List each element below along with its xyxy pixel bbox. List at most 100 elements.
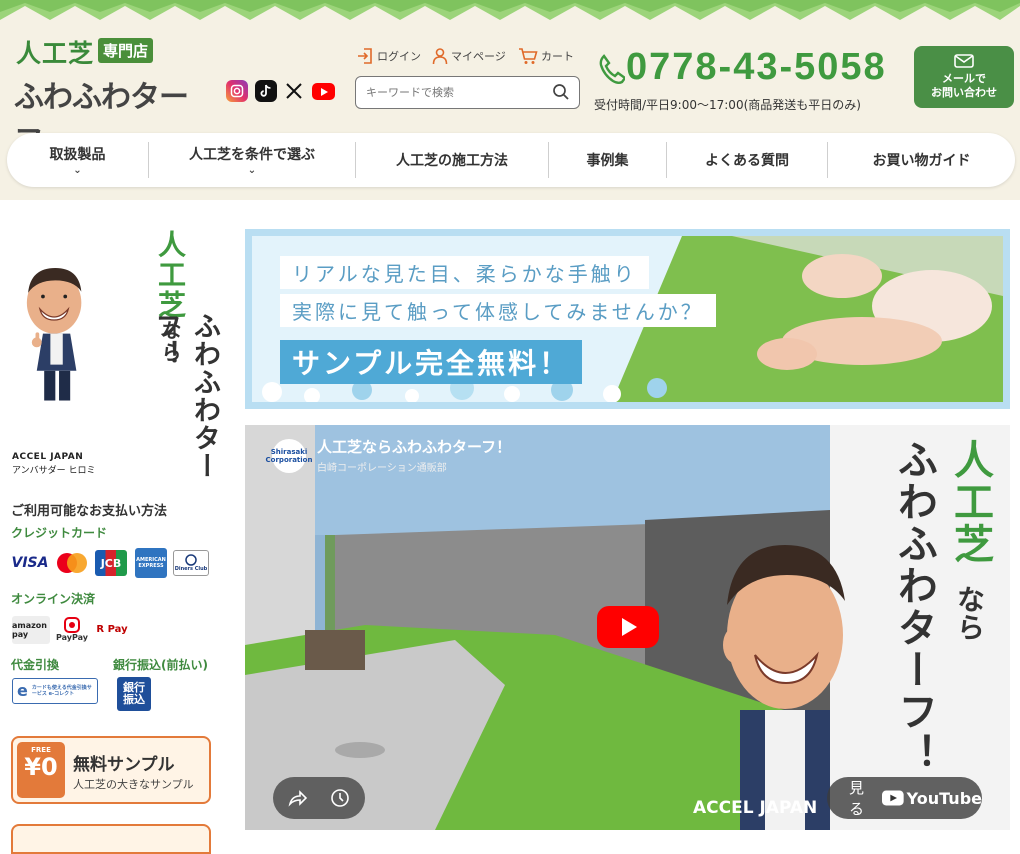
cod-label: 代金引換 xyxy=(11,658,60,672)
mail-contact-button[interactable]: メールで お問い合わせ xyxy=(914,46,1014,108)
sidebar: 人工芝なら ふわふわターフ！ ACCEL JAPAN アンバサダー ヒロミ ご利… xyxy=(0,200,230,854)
video-slogan-2: なら xyxy=(953,585,986,641)
user-icon xyxy=(432,48,448,65)
login-label: ログイン xyxy=(377,50,421,63)
bank-transfer-label: 銀行振込(前払い) xyxy=(113,658,208,672)
x-icon[interactable] xyxy=(283,80,305,102)
slogan-part-1: 人工芝 xyxy=(154,230,187,320)
payment-title: ご利用可能なお支払い方法 xyxy=(11,504,168,519)
video-controls xyxy=(273,777,365,819)
site-logo[interactable]: 人工芝 専門店 ふわふわターフ xyxy=(14,34,214,159)
cart-icon xyxy=(519,48,538,64)
sidebar-next-button[interactable] xyxy=(11,824,211,854)
rakuten-pay-text: R Pay xyxy=(96,623,128,635)
login-link[interactable]: ログイン xyxy=(356,47,421,65)
visa-logo: VISA xyxy=(11,550,49,576)
mail-icon xyxy=(954,54,974,68)
free-sample-button[interactable]: FREE ¥0 無料サンプル 人工芝の大きなサンプル xyxy=(11,736,211,804)
video-title[interactable]: 人工芝ならふわふわターフ！ xyxy=(317,436,511,457)
slogan-part-3: ふわふわターフ！ xyxy=(150,312,220,480)
video-channel[interactable]: 白崎コーポレーション通販部 xyxy=(317,459,447,474)
amazon-pay-logo: amazon pay xyxy=(12,616,50,644)
logo-line1: 人工芝 xyxy=(16,39,95,68)
diners-text: Diners Club xyxy=(174,566,208,572)
youtube-label: YouTube xyxy=(906,788,982,808)
credit-card-label: クレジットカード xyxy=(11,526,108,540)
cart-label: カート xyxy=(541,50,574,63)
rakuten-pay-logo: R Pay xyxy=(96,614,128,644)
mail-label-2: お問い合わせ xyxy=(931,86,997,99)
nav-label: お買い物ガイド xyxy=(872,153,971,169)
diners-logo: Diners Club xyxy=(173,550,209,576)
clock-icon[interactable] xyxy=(330,788,350,808)
nav-products[interactable]: 取扱製品 ⌄ xyxy=(7,133,148,187)
play-button[interactable] xyxy=(597,606,659,648)
chevron-down-icon: ⌄ xyxy=(247,165,257,176)
mypage-label: マイページ xyxy=(451,50,506,63)
nav-label: 取扱製品 xyxy=(49,147,106,163)
search-icon[interactable] xyxy=(552,83,570,101)
tiktok-icon[interactable] xyxy=(255,80,277,102)
business-hours: 受付時間/平日9:00〜17:00(商品発送も平日のみ) xyxy=(594,98,861,112)
search-box xyxy=(355,76,580,109)
mastercard-logo xyxy=(57,553,87,573)
share-icon[interactable] xyxy=(287,788,307,808)
nav-select-by-condition[interactable]: 人工芝を条件で選ぶ ⌄ xyxy=(149,133,355,187)
banner-line-1: リアルな見た目、柔らかな手触り xyxy=(280,256,649,289)
free-price: ¥0 xyxy=(24,753,58,781)
ambassador-illustration xyxy=(26,268,82,401)
banner-free-text: サンプル完全無料！ xyxy=(280,340,583,384)
video-brand: ACCEL JAPAN xyxy=(693,798,818,818)
mypage-link[interactable]: マイページ xyxy=(432,47,506,65)
ecollect-logo: e カードも使える代金引換サービス e-コレクト xyxy=(12,678,98,704)
sample-banner[interactable]: リアルな見た目、柔らかな手触り 実際に見て触って体感してみませんか？ サンプル完… xyxy=(245,229,1010,409)
search-input[interactable] xyxy=(356,77,541,107)
visa-text: VISA xyxy=(11,555,49,571)
nav-case-studies[interactable]: 事例集 xyxy=(549,133,666,187)
nav-installation[interactable]: 人工芝の施工方法 xyxy=(356,133,548,187)
site-header: 人工芝 専門店 ふわふわターフ ログイン マイページ カート 0778-43-5… xyxy=(0,0,1020,200)
ambassador-brand: ACCEL JAPAN xyxy=(12,452,84,462)
nav-faq[interactable]: よくある質問 xyxy=(667,133,827,187)
phone-number[interactable]: 0778-43-5058 xyxy=(626,46,887,89)
nav-label: 人工芝を条件で選ぶ xyxy=(189,147,315,163)
free-sample-subtitle: 人工芝の大きなサンプル xyxy=(73,778,194,791)
global-nav: 取扱製品 ⌄ 人工芝を条件で選ぶ ⌄ 人工芝の施工方法 事例集 よくある質問 お… xyxy=(7,133,1015,187)
ecollect-text: カードも使える代金引換サービス e-コレクト xyxy=(31,685,92,697)
nav-label: 人工芝の施工方法 xyxy=(396,153,508,169)
ambassador-name: アンバサダー ヒロミ xyxy=(12,466,96,476)
e-icon: e xyxy=(17,681,28,700)
nav-label: よくある質問 xyxy=(705,153,789,169)
jcb-logo: JCB xyxy=(95,550,127,576)
banner-inner: リアルな見た目、柔らかな手触り 実際に見て触って体感してみませんか？ サンプル完… xyxy=(252,236,1003,402)
cart-link[interactable]: カート xyxy=(518,47,574,65)
zigzag-decoration xyxy=(0,0,1020,20)
mail-label-1: メールで xyxy=(942,72,986,85)
online-payment-label: オンライン決済 xyxy=(11,592,96,606)
paypay-text: PayPay xyxy=(55,632,89,642)
diners-circle-icon xyxy=(185,554,197,566)
phone-icon xyxy=(599,54,625,84)
amex-text: AMERICAN EXPRESS xyxy=(136,557,166,569)
chevron-down-icon: ⌄ xyxy=(73,165,82,176)
video-slogan-3: ふわふわターフ！ xyxy=(891,439,937,775)
nav-label: 事例集 xyxy=(586,153,629,169)
watch-label: 見る xyxy=(849,779,865,818)
amex-logo: AMERICAN EXPRESS xyxy=(135,548,167,578)
jcb-text: JCB xyxy=(100,556,122,570)
play-icon xyxy=(622,618,637,636)
youtube-icon[interactable] xyxy=(312,83,335,100)
paypay-logo: PayPay xyxy=(56,614,88,644)
instagram-icon[interactable] xyxy=(226,80,248,102)
banner-line-2: 実際に見て触って体感してみませんか？ xyxy=(280,294,716,327)
channel-logo[interactable]: Shirasaki Corporation xyxy=(266,439,312,473)
nav-shopping-guide[interactable]: お買い物ガイド xyxy=(828,133,1015,187)
free-sample-title: 無料サンプル xyxy=(73,755,175,775)
bank-badge-text: 銀行振込 xyxy=(123,681,145,706)
watch-on-youtube-button[interactable]: 見る YouTube xyxy=(827,777,982,819)
youtube-logo-icon xyxy=(881,790,904,806)
free-price-badge: FREE ¥0 xyxy=(17,742,65,798)
youtube-video-embed[interactable]: 人工芝 なら ふわふわターフ！ Shirasaki Corporation 人工… xyxy=(245,425,1010,830)
video-slogan-part-1: 人工芝 xyxy=(947,439,993,565)
login-icon xyxy=(358,48,372,64)
